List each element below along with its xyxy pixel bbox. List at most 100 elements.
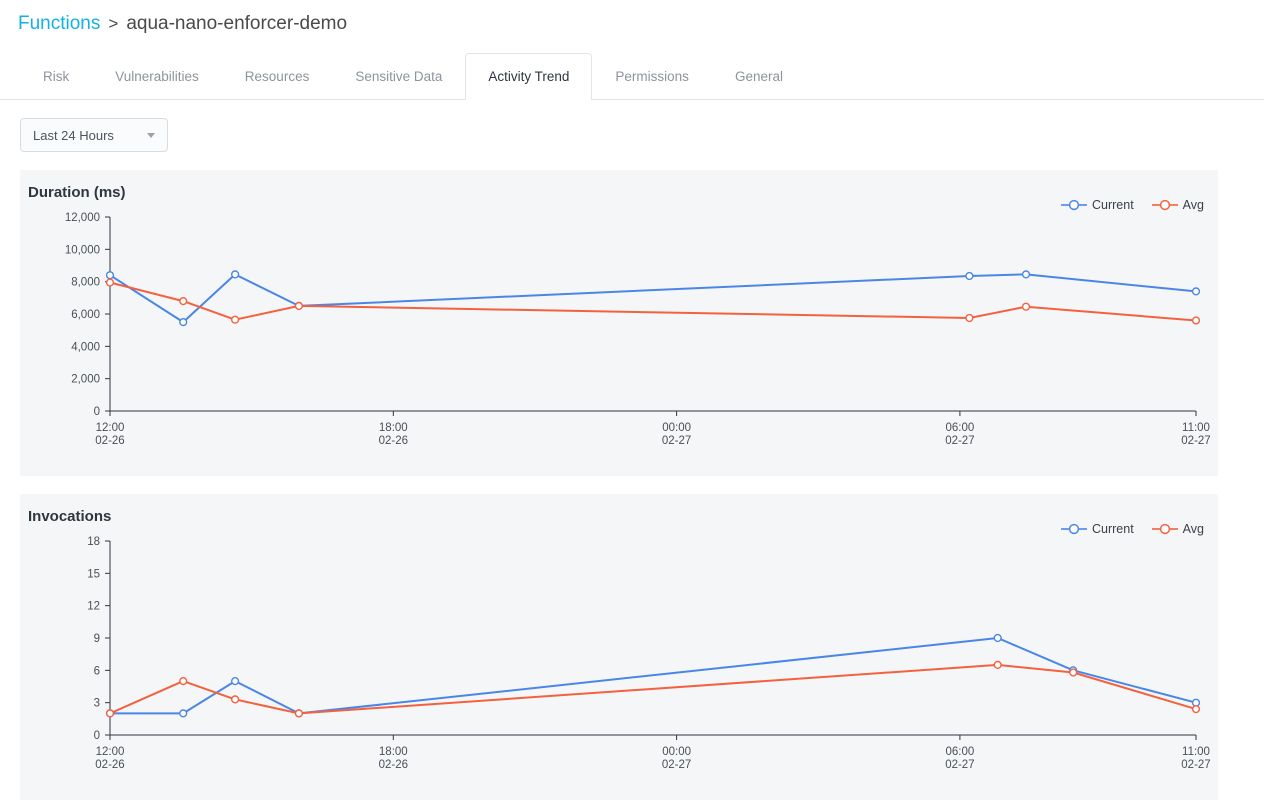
data-point[interactable] [1191, 316, 1201, 325]
chart-card-invocations: Invocations Current Avg 0 3 6 9 12 15 18 12:00 02-2… [20, 494, 1218, 800]
tab-permissions[interactable]: Permissions [592, 53, 712, 100]
time-range-select[interactable]: Last 24 Hours [20, 118, 168, 152]
data-point[interactable] [1191, 705, 1201, 714]
tab-bar: Risk Vulnerabilities Resources Sensitive Da… [0, 52, 1264, 101]
series-current [105, 270, 1201, 327]
data-point[interactable] [294, 709, 304, 718]
legend-item-current[interactable]: Current [1060, 522, 1134, 536]
breadcrumb-current-page: aqua-nano-enforcer-demo [126, 13, 348, 34]
data-point[interactable] [105, 709, 115, 718]
data-point[interactable] [965, 271, 974, 281]
legend-marker-icon [1060, 199, 1087, 211]
x-axis-tick-date: 02-26 [379, 435, 408, 447]
breadcrumb-link-functions[interactable]: Functions [18, 13, 100, 35]
series-avg [105, 660, 1201, 718]
chevron-down-icon [147, 132, 155, 138]
chart-legend: Current Avg [1060, 522, 1204, 536]
legend-item-avg[interactable]: Avg [1151, 198, 1204, 212]
legend-label: Avg [1182, 198, 1204, 212]
chart-title: Invocations [28, 508, 112, 525]
y-axis-tick-label: 2,000 [71, 374, 100, 386]
legend-marker-icon [1151, 523, 1178, 535]
data-point[interactable] [105, 278, 115, 287]
x-axis-tick-date: 02-26 [95, 435, 124, 447]
x-axis-tick-time: 12:00 [96, 422, 125, 434]
x-axis-tick-date: 02-27 [1181, 435, 1210, 447]
chart-plot[interactable]: 0 2,000 4,000 6,000 8,000 10,000 12,000 12:00 02… [20, 201, 1218, 468]
tab-sensitive-data[interactable]: Sensitive Data [332, 53, 465, 100]
breadcrumb-separator-icon: > [108, 14, 119, 33]
y-axis-tick-label: 0 [94, 406, 100, 418]
data-point[interactable] [179, 296, 188, 306]
breadcrumb: Functions > aqua-nano-enforcer-demo [0, 0, 1264, 42]
x-axis-tick-date: 02-27 [662, 759, 691, 771]
x-axis-tick-time: 06:00 [946, 422, 975, 434]
data-point[interactable] [1191, 287, 1201, 296]
x-axis-tick-date: 02-26 [95, 759, 124, 771]
tab-general[interactable]: General [712, 53, 806, 100]
chart-cards: Duration (ms) Current Avg 0 2,000 4,000 6,000 8… [0, 170, 1264, 800]
x-axis-tick-time: 12:00 [96, 746, 125, 758]
chart-title: Duration (ms) [28, 184, 126, 201]
legend-label: Avg [1182, 522, 1204, 536]
data-point[interactable] [1069, 668, 1078, 677]
data-point[interactable] [179, 317, 188, 327]
tab-vulnerabilities[interactable]: Vulnerabilities [92, 53, 222, 100]
data-point[interactable] [1021, 302, 1031, 311]
x-axis-tick-date: 02-27 [1181, 759, 1210, 771]
y-axis-tick-label: 9 [94, 633, 100, 645]
legend-item-current[interactable]: Current [1060, 198, 1134, 212]
y-axis-tick-label: 10,000 [65, 244, 100, 256]
y-axis-tick-label: 18 [87, 536, 100, 548]
chart-svg: 036912151812:0002-2618:0002-2600:0002-27… [87, 536, 1211, 771]
x-axis-tick-date: 02-27 [662, 435, 691, 447]
legend-label: Current [1091, 522, 1134, 536]
y-axis-tick-label: 12 [87, 601, 100, 613]
toolbar: Last 24 Hours [0, 100, 1264, 152]
data-point[interactable] [965, 313, 974, 323]
legend-marker-icon [1151, 199, 1178, 211]
y-axis-tick-label: 3 [94, 698, 100, 710]
legend-label: Current [1091, 198, 1134, 212]
x-axis-tick-time: 06:00 [946, 746, 975, 758]
data-point[interactable] [1021, 270, 1031, 279]
data-point[interactable] [993, 633, 1002, 643]
tab-list: Risk Vulnerabilities Resources Sensitive Da… [20, 52, 806, 101]
data-point[interactable] [294, 301, 304, 311]
chart-card-duration-ms: Duration (ms) Current Avg 0 2,000 4,000 6,000 8… [20, 170, 1218, 476]
series-current [105, 633, 1201, 718]
legend-item-avg[interactable]: Avg [1151, 522, 1204, 536]
y-axis-tick-label: 12,000 [65, 212, 100, 224]
data-point[interactable] [179, 677, 188, 686]
chart-legend: Current Avg [1060, 198, 1204, 212]
legend-marker-icon [1060, 523, 1087, 535]
time-range-value: Last 24 Hours [33, 127, 114, 143]
data-point[interactable] [179, 709, 188, 718]
y-axis-tick-label: 15 [87, 568, 100, 580]
data-point[interactable] [231, 677, 240, 686]
x-axis-tick-time: 00:00 [662, 746, 691, 758]
x-axis-tick-date: 02-27 [945, 759, 974, 771]
data-point[interactable] [231, 315, 240, 324]
y-axis-tick-label: 8,000 [71, 277, 100, 289]
tab-risk[interactable]: Risk [20, 53, 92, 100]
chart-svg: 02,0004,0006,0008,00010,00012,00012:0002… [65, 212, 1211, 447]
tab-resources[interactable]: Resources [222, 53, 333, 100]
x-axis-tick-time: 00:00 [662, 422, 691, 434]
data-point[interactable] [993, 660, 1002, 670]
series-avg [105, 278, 1201, 325]
y-axis-tick-label: 4,000 [71, 341, 100, 353]
data-point[interactable] [231, 270, 240, 279]
x-axis-tick-date: 02-27 [945, 435, 974, 447]
data-point[interactable] [231, 695, 240, 704]
y-axis-tick-label: 6,000 [71, 309, 100, 321]
chart-plot[interactable]: 0 3 6 9 12 15 18 12:00 02-26 18:00 02-26 00:00 02-27… [20, 525, 1218, 792]
y-axis-tick-label: 6 [94, 665, 100, 677]
x-axis-tick-time: 18:00 [379, 746, 408, 758]
y-axis-tick-label: 0 [94, 730, 100, 742]
tab-activity-trend[interactable]: Activity Trend [465, 53, 593, 101]
x-axis-tick-time: 11:00 [1182, 746, 1210, 758]
x-axis-tick-time: 18:00 [379, 422, 408, 434]
data-point[interactable] [105, 271, 115, 280]
x-axis-tick-date: 02-26 [379, 759, 408, 771]
